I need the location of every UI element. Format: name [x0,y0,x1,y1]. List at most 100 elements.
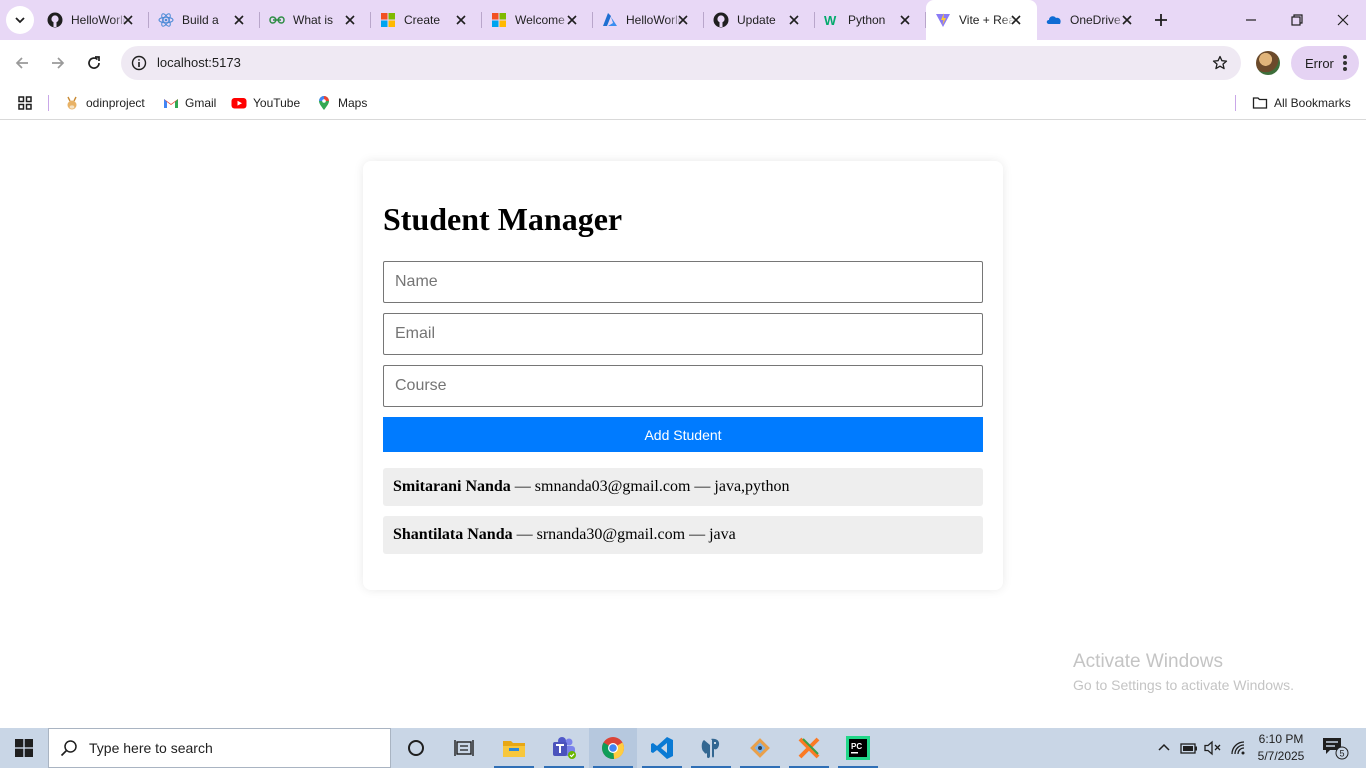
microsoft-icon [491,12,507,28]
apps-button[interactable] [17,92,39,114]
taskbar-pycharm[interactable]: PC [834,728,882,768]
volume-button[interactable] [1202,728,1224,768]
tab-list: HelloWorld Build a What is Create Welcom… [38,0,1148,40]
gmail-icon [163,95,179,111]
tab-title: Vite + React [959,13,1015,27]
tab-title: Update [737,13,776,27]
all-bookmarks-button[interactable]: All Bookmarks [1252,92,1351,114]
separator: — [512,526,537,543]
bookmark-gmail[interactable]: Gmail [163,92,216,114]
show-hidden-icons-button[interactable] [1154,728,1174,768]
taskbar-clock[interactable]: 6:10 PM 5/7/2025 [1256,731,1306,765]
bookmark-youtube[interactable]: YouTube [231,92,300,114]
student-name: Shantilata Nanda [393,526,513,543]
close-icon[interactable] [565,13,579,27]
add-student-button[interactable]: Add Student [383,417,983,452]
bookmark-star-icon[interactable] [1211,54,1229,72]
tab-strip: HelloWorld Build a What is Create Welcom… [0,0,1366,40]
close-icon[interactable] [787,13,801,27]
close-icon[interactable] [343,13,357,27]
forward-button[interactable] [42,47,74,79]
battery-button[interactable] [1178,728,1200,768]
email-input[interactable] [383,313,983,355]
tab-search-button[interactable] [6,6,34,34]
onedrive-icon [1046,12,1062,28]
github-icon [713,12,729,28]
cortana-button[interactable] [392,728,440,768]
chevron-up-icon [1158,743,1170,751]
taskbar-xampp[interactable] [785,728,833,768]
arrow-right-icon [52,57,65,69]
w3schools-icon: W [824,12,840,28]
clock-date: 5/7/2025 [1257,749,1305,763]
tab-build-a[interactable]: Build a [149,0,260,40]
watermark-subtitle: Go to Settings to activate Windows. [1073,677,1294,693]
windows-logo-icon [15,739,33,757]
close-icon[interactable] [232,13,246,27]
new-tab-button[interactable] [1150,9,1172,31]
taskbar-file-explorer[interactable] [490,728,538,768]
tab-helloworld-github[interactable]: HelloWorld [38,0,149,40]
profile-avatar[interactable] [1256,51,1280,75]
geeksforgeeks-icon [269,12,285,28]
tab-onedrive[interactable]: OneDrive [1037,0,1148,40]
close-window-button[interactable] [1320,0,1366,40]
minimize-button[interactable] [1228,0,1274,40]
student-list-item: Smitarani Nanda — smnanda03@gmail.com — … [383,468,983,506]
bookmark-maps[interactable]: Maps [316,92,367,114]
bookmarks-divider [48,95,49,111]
bookmark-odinproject[interactable]: odinproject [64,92,145,114]
tab-python[interactable]: W Python [815,0,926,40]
notification-count: 5 [1340,749,1345,759]
taskbar-teams[interactable] [540,728,588,768]
network-button[interactable] [1228,728,1250,768]
taskbar-search-box[interactable]: Type here to search [48,728,391,768]
close-icon[interactable] [454,13,468,27]
tab-helloworld-azure[interactable]: HelloWorld [593,0,704,40]
microsoft-icon [380,12,396,28]
address-url[interactable]: localhost:5173 [157,55,241,70]
tab-vite-react[interactable]: Vite + React [926,0,1037,40]
taskbar-vscode[interactable] [638,728,686,768]
tab-update[interactable]: Update [704,0,815,40]
folder-icon [1252,95,1268,111]
bookmark-label: Maps [338,96,368,110]
reload-button[interactable] [78,47,110,79]
bookmarks-divider [1235,95,1236,111]
search-icon [49,728,89,768]
taskbar-sourcetree[interactable] [736,728,784,768]
task-view-icon [454,740,474,756]
wifi-icon [1231,741,1245,755]
restore-button[interactable] [1274,0,1320,40]
notification-center-button[interactable]: 5 [1318,728,1352,768]
volume-muted-icon [1204,740,1221,756]
browser-toolbar: localhost:5173 Error [0,40,1366,86]
student-list-item: Shantilata Nanda — srnanda30@gmail.com —… [383,516,983,554]
bookmark-label: odinproject [86,96,145,110]
taskbar-chrome[interactable] [589,728,637,768]
profile-error-button[interactable]: Error [1291,46,1359,80]
course-input[interactable] [383,365,983,407]
tab-welcome[interactable]: Welcome [482,0,593,40]
close-icon[interactable] [121,13,135,27]
close-icon[interactable] [898,13,912,27]
close-icon[interactable] [1120,13,1134,27]
page-title: Student Manager [383,201,623,237]
chevron-down-icon [15,17,25,24]
odinproject-icon [64,95,80,111]
start-button[interactable] [0,728,48,768]
tab-create[interactable]: Create [371,0,482,40]
site-info-icon[interactable] [129,53,149,73]
tab-what-is[interactable]: What is [260,0,371,40]
student-course: java [709,526,736,543]
azure-icon [602,12,618,28]
close-icon[interactable] [1009,13,1023,27]
address-bar[interactable]: localhost:5173 [121,46,1241,80]
task-view-button[interactable] [440,728,488,768]
taskbar-postgresql[interactable] [687,728,735,768]
back-button[interactable] [6,47,38,79]
name-input[interactable] [383,261,983,303]
close-icon[interactable] [676,13,690,27]
separator: — [690,478,715,495]
file-explorer-icon [503,741,525,757]
